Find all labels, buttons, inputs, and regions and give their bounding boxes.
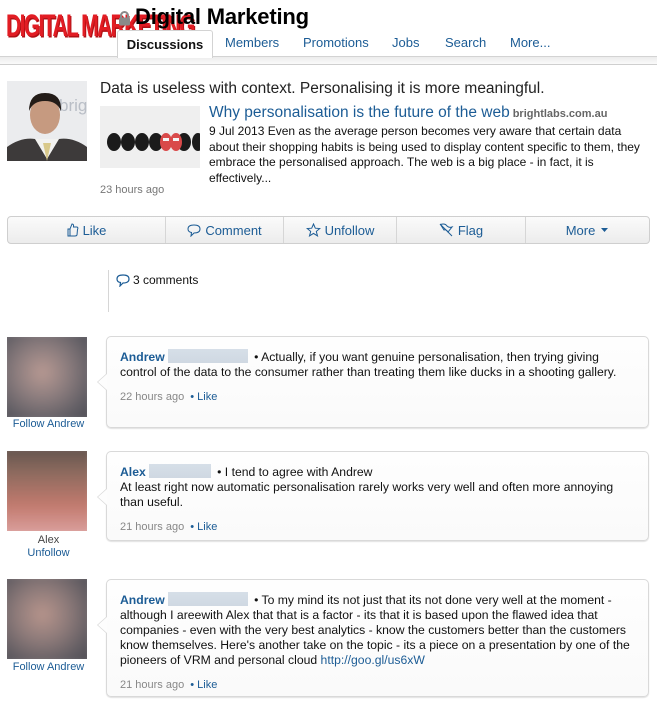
flag-button[interactable]: Flag (397, 217, 526, 243)
commenter-name: Alex (37, 534, 60, 546)
unfollow-label: Unfollow (324, 222, 375, 238)
like-button[interactable]: Like (8, 217, 166, 243)
post-text: Data is useless with context. Personalis… (100, 80, 545, 97)
comment-meta: 21 hours ago • Like (107, 668, 648, 701)
comment-timestamp: 21 hours ago (120, 521, 185, 533)
comment-avatar[interactable] (7, 451, 87, 531)
lock-icon (119, 10, 130, 25)
comment-text-line1: • I tend to agree with Andrew (217, 465, 373, 479)
comments-count[interactable]: 3 comments (116, 273, 198, 287)
comment-timestamp: 21 hours ago (120, 679, 185, 691)
article-title[interactable]: Why personalisation is the future of the… (209, 104, 510, 121)
speech-bubble-icon (116, 273, 130, 287)
comments-count-label: 3 comments (133, 273, 199, 287)
article-source: brightlabs.com.au (512, 108, 608, 120)
author-photo-image: brig (7, 81, 87, 161)
comment-pointer (97, 373, 107, 391)
comment-author[interactable]: Alex (120, 465, 146, 479)
svg-text:brig: brig (59, 96, 87, 115)
post-timestamp: 23 hours ago (100, 184, 165, 196)
unfollow-alex-link[interactable]: Unfollow (0, 547, 97, 559)
caret-down-icon (601, 228, 609, 232)
comment-card: Andrew • To my mind its not just that it… (97, 579, 649, 697)
post-action-bar: Like Comment Unfollow Flag More (7, 216, 650, 244)
comment-meta: 21 hours ago • Like (107, 510, 648, 543)
tab-search[interactable]: Search (445, 32, 486, 57)
comment-button[interactable]: Comment (166, 217, 284, 243)
flag-icon (439, 223, 454, 236)
speech-bubble-icon (187, 223, 201, 237)
comment-card: Alex • I tend to agree with Andrew At le… (97, 451, 649, 543)
tab-members[interactable]: Members (225, 32, 279, 57)
comment-card: Andrew • Actually, if you want genuine p… (97, 336, 649, 428)
comment-avatar[interactable] (7, 337, 87, 417)
comment-like-link[interactable]: • Like (190, 521, 217, 533)
redacted-surname (167, 349, 248, 363)
more-button[interactable]: More (526, 217, 649, 243)
flag-label: Flag (457, 222, 484, 238)
tab-discussions[interactable]: Discussions (117, 30, 213, 58)
thread-divider (108, 270, 109, 312)
follow-andrew-link[interactable]: Follow Andrew (0, 661, 97, 673)
comment-body: Alex • I tend to agree with Andrew At le… (107, 452, 648, 510)
star-icon (305, 223, 321, 237)
article-snippet: 9 Jul 2013 Even as the average person be… (209, 124, 640, 185)
like-label: Like (82, 222, 107, 238)
tabs-bar (0, 56, 657, 65)
tab-jobs[interactable]: Jobs (392, 32, 419, 57)
article-thumbnail[interactable] (100, 106, 204, 168)
comment-pointer (97, 616, 107, 634)
group-tabs: Discussions Members Promotions Jobs Sear… (0, 30, 657, 65)
comment-text: At least right now automatic personalisa… (120, 480, 614, 509)
redacted-surname (148, 464, 211, 478)
comment-author[interactable]: Andrew (120, 350, 165, 364)
follow-andrew-link[interactable]: Follow Andrew (0, 418, 97, 430)
comment-timestamp: 22 hours ago (120, 391, 185, 403)
comment-label: Comment (205, 222, 262, 238)
comment-body: Andrew • Actually, if you want genuine p… (107, 337, 648, 380)
comment-url-link[interactable]: http://goo.gl/us6xW (321, 653, 425, 667)
comment-body: Andrew • To my mind its not just that it… (107, 580, 648, 668)
tab-promotions[interactable]: Promotions (303, 32, 369, 57)
comment-author[interactable]: Andrew (120, 593, 165, 607)
comment-meta: 22 hours ago • Like (107, 380, 648, 413)
shoes-image (100, 106, 204, 168)
comment-like-link[interactable]: • Like (190, 679, 217, 691)
thumbs-up-icon (67, 223, 78, 237)
unfollow-button[interactable]: Unfollow (284, 217, 397, 243)
comment-avatar[interactable] (7, 579, 87, 659)
article-title-link[interactable]: Why personalisation is the future of the… (209, 104, 607, 122)
group-title: Digital Marketing (118, 4, 309, 30)
tab-more[interactable]: More... (510, 32, 550, 57)
group-title-text[interactable]: Digital Marketing (135, 4, 309, 30)
redacted-surname (167, 592, 248, 606)
comment-like-link[interactable]: • Like (190, 391, 217, 403)
post-author-photo[interactable]: brig (7, 81, 87, 161)
more-label: More (565, 222, 596, 238)
comment-pointer (97, 488, 107, 506)
